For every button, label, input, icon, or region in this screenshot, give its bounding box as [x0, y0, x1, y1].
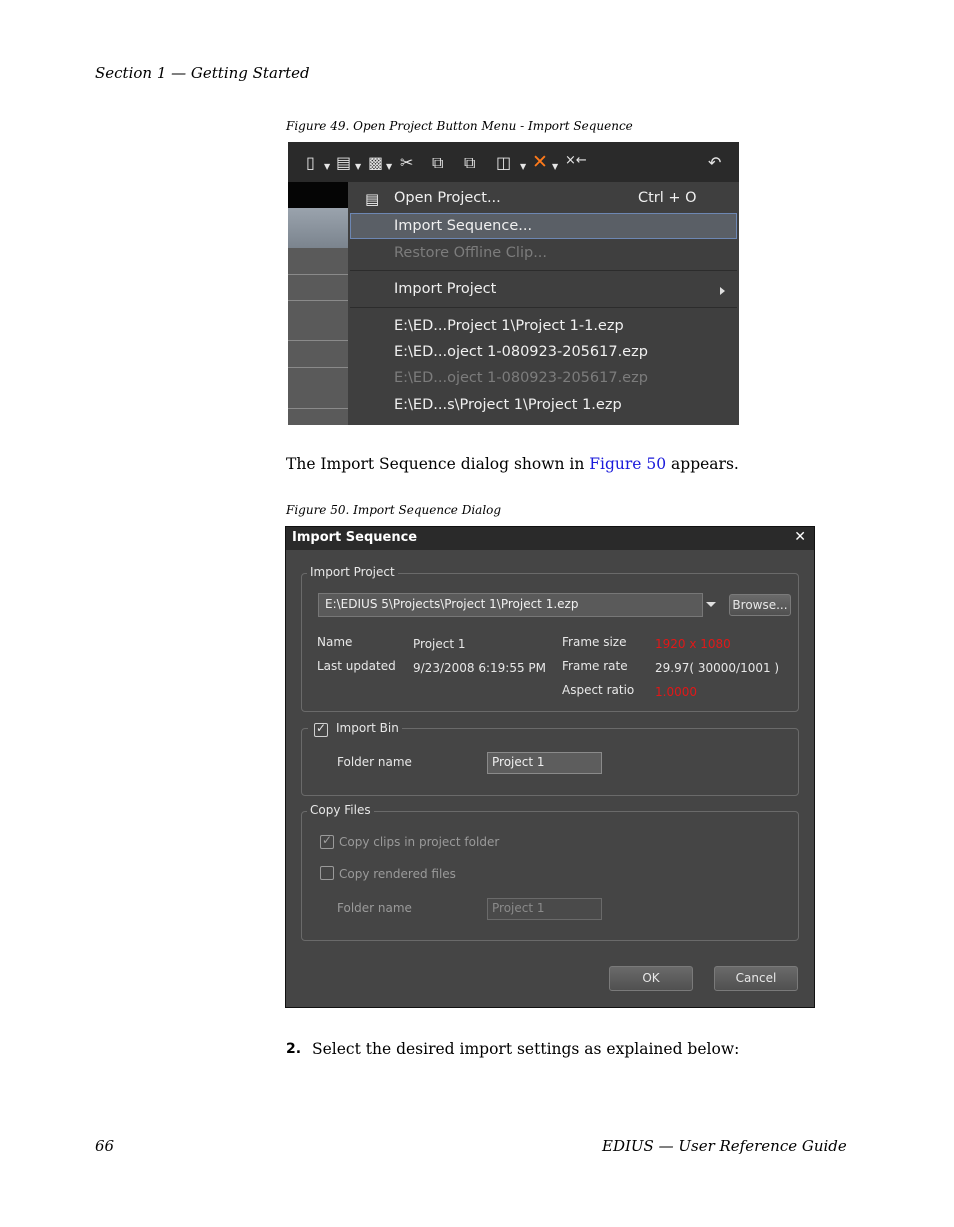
import-project-legend: Import Project: [307, 565, 398, 579]
copy-rendered-checkbox: [320, 866, 334, 880]
step-number: 2.: [286, 1041, 302, 1057]
import-sequence-dialog: Import Sequence ✕ Import Project E:\EDIU…: [285, 526, 815, 1008]
undo-icon[interactable]: ↶: [708, 153, 721, 172]
chevron-down-icon[interactable]: ▼: [552, 162, 558, 171]
menu-item-open-project[interactable]: Open Project...: [394, 190, 501, 206]
close-icon[interactable]: ✕: [794, 529, 806, 545]
name-label: Name: [317, 635, 353, 649]
menu-item-recent-3: E:\ED...oject 1-080923-205617.ezp: [394, 370, 648, 386]
save-icon[interactable]: ▩: [368, 153, 383, 172]
aspect-ratio-label: Aspect ratio: [562, 683, 635, 697]
copy-rendered-label: Copy rendered files: [339, 867, 456, 881]
section-header: Section 1 — Getting Started: [95, 64, 310, 82]
last-updated-value: 9/23/2008 6:19:55 PM: [413, 661, 547, 675]
chevron-down-icon[interactable]: ▼: [520, 162, 526, 171]
menu-separator: [350, 307, 737, 308]
chevron-down-icon[interactable]: [706, 602, 716, 607]
chevron-down-icon[interactable]: ▼: [324, 162, 330, 171]
open-project-icon: ▤: [365, 190, 380, 208]
new-project-icon[interactable]: ▯: [306, 153, 315, 172]
checkmark-icon: ✓: [322, 833, 333, 847]
frame-rate-value: 29.97( 30000/1001 ): [655, 661, 780, 675]
copy-clips-label: Copy clips in project folder: [339, 835, 500, 849]
toolbar: ▯ ▼ ▤ ▼ ▩ ▼ ✂ ⧉ ⧉ ◫ ▼ ✕ ▼ ×← ↶: [288, 142, 739, 182]
paste-icon[interactable]: ⧉: [464, 153, 475, 173]
project-path-combo[interactable]: E:\EDIUS 5\Projects\Project 1\Project 1.…: [318, 593, 703, 617]
open-project-menu: ▤ Open Project... Ctrl + O Import Sequen…: [348, 182, 739, 425]
page-number: 66: [95, 1137, 115, 1155]
menu-item-import-project[interactable]: Import Project: [394, 281, 496, 297]
copy-clips-checkbox: ✓: [320, 833, 334, 849]
menu-separator: [350, 270, 737, 271]
copy-files-legend: Copy Files: [307, 803, 374, 817]
figure-49-screenshot: ▯ ▼ ▤ ▼ ▩ ▼ ✂ ⧉ ⧉ ◫ ▼ ✕ ▼ ×← ↶ ▤ Open Pr…: [288, 142, 739, 425]
dialog-titlebar: Import Sequence ✕: [286, 527, 814, 550]
open-project-icon[interactable]: ▤: [336, 153, 351, 172]
chevron-down-icon[interactable]: ▼: [386, 162, 392, 171]
import-bin-checkbox[interactable]: ✓: [314, 721, 328, 737]
copy-icon[interactable]: ⧉: [432, 153, 443, 173]
menu-item-recent-2[interactable]: E:\ED...oject 1-080923-205617.ezp: [394, 344, 648, 360]
checkmark-icon: ✓: [316, 721, 327, 735]
frame-size-value: 1920 x 1080: [655, 637, 731, 651]
project-path-value: E:\EDIUS 5\Projects\Project 1\Project 1.…: [325, 597, 579, 611]
delete-icon[interactable]: ✕: [532, 151, 548, 173]
copy-files-folder-input: Project 1: [487, 898, 602, 920]
frame-rate-label: Frame rate: [562, 659, 628, 673]
copy-files-folder-label: Folder name: [337, 901, 412, 915]
frame-size-label: Frame size: [562, 635, 627, 649]
browse-button[interactable]: Browse...: [729, 594, 791, 616]
submenu-arrow-icon: [720, 287, 725, 295]
figure-50-caption: Figure 50. Import Sequence Dialog: [286, 503, 502, 517]
footer-guide-title: EDIUS — User Reference Guide: [602, 1137, 847, 1155]
ok-button[interactable]: OK: [609, 966, 693, 991]
name-value: Project 1: [413, 637, 466, 651]
menu-item-import-sequence[interactable]: Import Sequence...: [394, 218, 532, 234]
clip-icon[interactable]: ◫: [496, 153, 511, 172]
open-shortcut: Ctrl + O: [638, 190, 697, 206]
last-updated-label: Last updated: [317, 659, 396, 673]
import-bin-folder-input[interactable]: Project 1: [487, 752, 602, 774]
chevron-down-icon[interactable]: ▼: [355, 162, 361, 171]
menu-item-recent-4[interactable]: E:\ED...s\Project 1\Project 1.ezp: [394, 397, 622, 413]
menu-item-restore-offline-clip: Restore Offline Clip...: [394, 245, 548, 261]
intro-paragraph: The Import Sequence dialog shown in Figu…: [286, 455, 739, 473]
ripple-delete-icon[interactable]: ×←: [565, 153, 587, 168]
import-bin-folder-label: Folder name: [337, 755, 412, 769]
step-text: Select the desired import settings as ex…: [312, 1040, 740, 1058]
figure-49-caption: Figure 49. Open Project Button Menu - Im…: [286, 119, 633, 133]
menu-item-recent-1[interactable]: E:\ED...Project 1\Project 1-1.ezp: [394, 318, 624, 334]
cut-icon[interactable]: ✂: [400, 153, 413, 172]
timeline-ruler: [288, 208, 348, 248]
aspect-ratio-value: 1.0000: [655, 685, 697, 699]
figure-50-link[interactable]: Figure 50: [589, 455, 666, 473]
dialog-title: Import Sequence: [292, 530, 418, 545]
cancel-button[interactable]: Cancel: [714, 966, 798, 991]
